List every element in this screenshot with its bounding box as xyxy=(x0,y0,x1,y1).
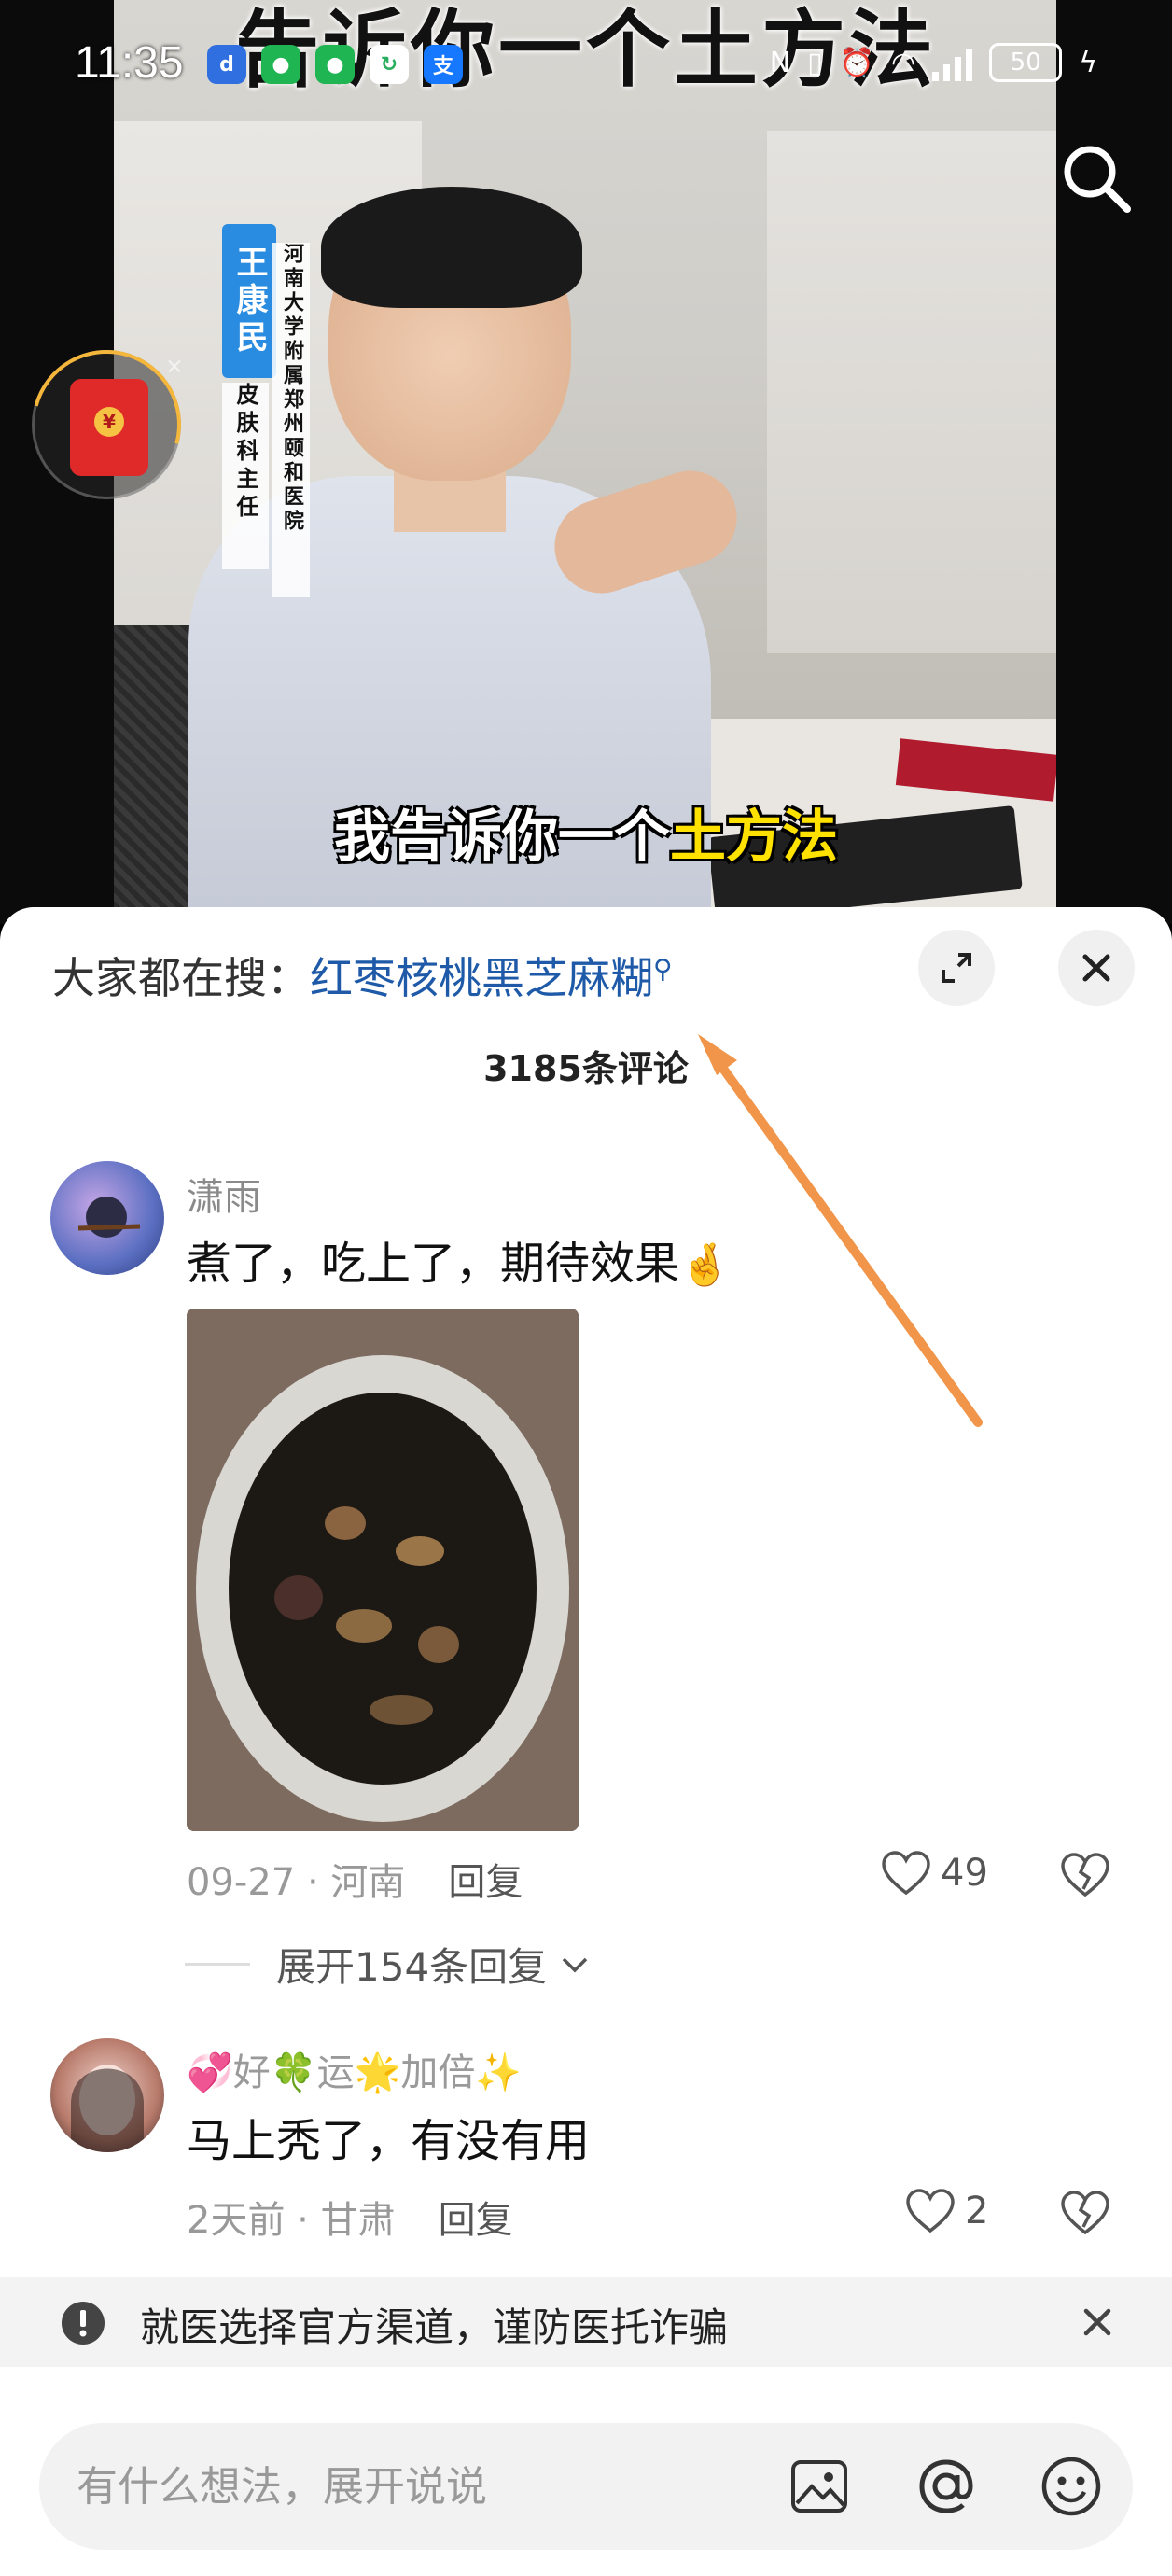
chevron-down-icon xyxy=(562,1957,588,1972)
fraud-warning-banner: 就医选择官方渠道，谨防医托诈骗 xyxy=(0,2277,1172,2367)
broken-heart-icon xyxy=(1061,2191,1109,2235)
expand-replies-label: 展开154条回复 xyxy=(276,1944,548,1990)
comment-text: 煮了，吃上了，期待效果🤞 xyxy=(187,1226,731,1292)
image-icon[interactable] xyxy=(786,2453,853,2520)
comment-username[interactable]: 💞好🍀运🌟加倍✨ xyxy=(187,2042,522,2096)
search-icon[interactable] xyxy=(1058,140,1135,217)
reply-button[interactable]: 回复 xyxy=(448,1861,523,1904)
expand-sheet-button[interactable] xyxy=(918,930,995,1006)
red-packet-icon: ¥ xyxy=(70,379,148,476)
comment-username[interactable]: 潇雨 xyxy=(187,1167,261,1221)
dislike-button[interactable] xyxy=(1060,2190,1110,2240)
status-time: 11:35 xyxy=(75,38,184,88)
search-suggestion-label: 大家都在搜： xyxy=(52,953,310,1003)
status-right-icons: N ▯ ⏰ ◠ 50 ϟ xyxy=(770,43,1097,82)
doctor-name-tag: 王康民 xyxy=(222,224,276,378)
comment-count: 3185条评论 xyxy=(483,1048,689,1089)
wechat-icon: ● xyxy=(315,45,355,84)
charging-icon: ϟ xyxy=(1079,46,1097,79)
close-sheet-button[interactable] xyxy=(1058,930,1135,1006)
comment-text-content: 煮了，吃上了，期待效果 xyxy=(187,1238,680,1290)
fraud-warning-text: 就医选择官方渠道，谨防医托诈骗 xyxy=(140,2304,729,2350)
subtitle-highlight: 土方法 xyxy=(670,805,838,870)
finger-heart-emoji-icon: 🤞 xyxy=(679,1241,731,1289)
close-icon xyxy=(1082,954,1110,982)
broken-heart-icon xyxy=(1061,1853,1109,1897)
mention-icon[interactable] xyxy=(913,2453,980,2520)
nfc-icon: N xyxy=(769,46,791,79)
comment-image[interactable] xyxy=(187,1309,579,1831)
sync-icon: ↻ xyxy=(370,45,409,84)
comments-sheet: 大家都在搜：红枣核桃黑芝麻糊⚲ 3185条评论 潇雨 煮了，吃上了，期待效果🤞 … xyxy=(0,907,1172,2576)
vibrate-icon: ▯ xyxy=(807,46,823,79)
close-icon[interactable] xyxy=(1081,2305,1114,2339)
search-small-icon: ⚲ xyxy=(653,953,673,985)
close-icon[interactable]: × xyxy=(165,353,184,379)
notification-app-icon: d xyxy=(207,45,246,84)
hospital-tag: 河南大学附属郑州颐和医院 xyxy=(272,243,310,597)
alarm-icon: ⏰ xyxy=(839,46,875,79)
wechat-icon: ● xyxy=(261,45,300,84)
battery-icon: 50 xyxy=(989,43,1063,82)
status-bar: 11:35 d ● ● ↻ 支 N ▯ ⏰ ◠ 50 ϟ xyxy=(0,0,1172,140)
alipay-icon: 支 xyxy=(424,45,463,84)
video-player[interactable]: 告诉你一个土方法 王康民 皮肤科主任 河南大学附属郑州颐和医院 我告诉你一个土方… xyxy=(0,0,1172,924)
video-subtitle: 我告诉你一个土方法 xyxy=(0,791,1172,873)
comment-date-location: 2天前 · 甘肃 xyxy=(187,2199,396,2242)
like-count: 2 xyxy=(965,2190,989,2233)
dislike-button[interactable] xyxy=(1060,1852,1110,1902)
comment-input[interactable] xyxy=(77,2451,730,2522)
comment-date-location: 09-27 · 河南 xyxy=(187,1861,406,1904)
heart-icon xyxy=(906,2189,955,2233)
like-button[interactable]: 2 xyxy=(905,2188,988,2234)
avatar[interactable] xyxy=(50,2038,164,2152)
red-packet-button[interactable]: ¥ × xyxy=(4,322,209,527)
emoji-icon[interactable] xyxy=(1038,2453,1105,2520)
expand-icon xyxy=(942,953,971,983)
subtitle-prefix: 我告诉你一个 xyxy=(334,805,670,870)
heart-icon xyxy=(882,1851,930,1896)
doctor-title-tag: 皮肤科主任 xyxy=(222,383,269,569)
wifi-icon: ◠ xyxy=(891,46,916,79)
comment-text: 马上秃了，有没有用 xyxy=(187,2115,591,2167)
like-button[interactable]: 49 xyxy=(881,1850,988,1897)
search-suggestion[interactable]: 大家都在搜：红枣核桃黑芝麻糊⚲ xyxy=(52,945,673,1006)
expand-replies-button[interactable]: 展开154条回复 xyxy=(185,1936,590,1993)
comment-meta: 2天前 · 甘肃 回复 xyxy=(187,2190,513,2244)
avatar[interactable] xyxy=(50,1161,164,1275)
status-app-icons: d ● ● ↻ 支 xyxy=(207,45,463,84)
comment-meta: 09-27 · 河南 回复 xyxy=(187,1852,523,1906)
signal-icon xyxy=(932,44,973,81)
warning-icon xyxy=(62,2302,105,2345)
comment-input-bar xyxy=(39,2423,1133,2550)
reply-button[interactable]: 回复 xyxy=(439,2199,513,2242)
like-count: 49 xyxy=(941,1852,988,1895)
search-suggestion-term[interactable]: 红枣核桃黑芝麻糊 xyxy=(310,953,653,1003)
